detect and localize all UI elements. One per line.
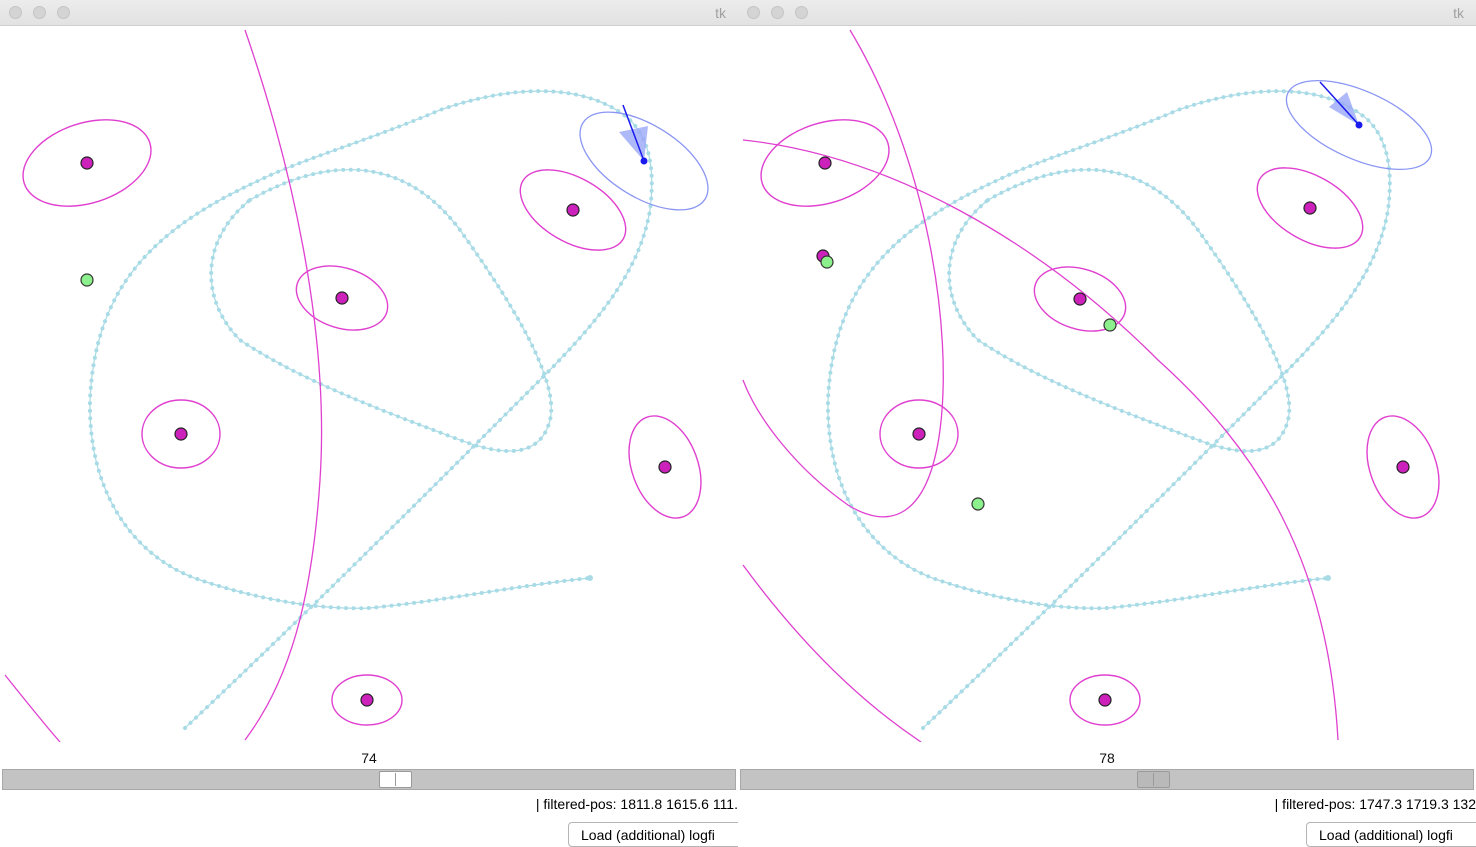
minimize-window-icon[interactable]	[33, 6, 46, 19]
trajectory-inner-line	[210, 169, 552, 452]
landmark-point[interactable]	[566, 203, 580, 217]
frame-number: 74	[361, 750, 377, 766]
robot-heading-line	[1319, 81, 1360, 126]
landmark-point[interactable]	[1396, 460, 1410, 474]
observation-point[interactable]	[1103, 318, 1117, 332]
trajectory-end-point	[587, 575, 593, 581]
frame-slider[interactable]	[2, 769, 736, 790]
landmark-point[interactable]	[1098, 693, 1112, 707]
trajectory-inner-loop	[947, 167, 1292, 454]
measurement-curve	[742, 139, 1339, 741]
trajectory-line	[89, 90, 653, 729]
title-bar: tk	[0, 0, 738, 26]
landmark-point[interactable]	[658, 460, 672, 474]
observation-point[interactable]	[971, 497, 985, 511]
map-canvas[interactable]	[0, 26, 738, 742]
map-canvas[interactable]	[738, 26, 1476, 742]
robot-pose-icon[interactable]	[640, 157, 648, 165]
title-bar: tk	[738, 0, 1476, 26]
window-left: tk 74 | filtered-pos: 1811.8 1615.6 111.…	[0, 0, 738, 847]
slider-thumb[interactable]	[1137, 771, 1170, 788]
landmark-point[interactable]	[335, 291, 349, 305]
landmark-point[interactable]	[80, 156, 94, 170]
frame-slider[interactable]	[740, 769, 1474, 790]
measurement-curve	[742, 564, 922, 742]
load-logfile-button[interactable]: Load (additional) logfi	[568, 822, 738, 847]
measurement-curve	[4, 674, 61, 742]
window-title: tk	[715, 5, 726, 21]
landmark-point[interactable]	[360, 693, 374, 707]
window-right: tk 78 | filtered-pos: 1747.3 1719.3 132 …	[738, 0, 1476, 847]
observation-point[interactable]	[820, 255, 834, 269]
trajectory-path	[89, 90, 653, 729]
measurement-curve	[742, 29, 944, 518]
status-text: | filtered-pos: 1811.8 1615.6 111.	[535, 796, 738, 812]
close-window-icon[interactable]	[9, 6, 22, 19]
landmark-point[interactable]	[1303, 201, 1317, 215]
zoom-window-icon[interactable]	[795, 6, 808, 19]
status-text: | filtered-pos: 1747.3 1719.3 132	[1274, 796, 1476, 812]
trajectory-end-point	[1325, 575, 1331, 581]
landmark-point[interactable]	[174, 427, 188, 441]
frame-number: 78	[1099, 750, 1115, 766]
trajectory-path-dots-overlay	[87, 89, 654, 730]
minimize-window-icon[interactable]	[771, 6, 784, 19]
close-window-icon[interactable]	[747, 6, 760, 19]
landmark-point[interactable]	[818, 156, 832, 170]
robot-pose-icon[interactable]	[1355, 121, 1363, 129]
landmark-point[interactable]	[912, 427, 926, 441]
observation-point[interactable]	[80, 273, 94, 287]
landmark-point[interactable]	[1073, 292, 1087, 306]
slider-thumb[interactable]	[379, 771, 412, 788]
window-title: tk	[1453, 5, 1464, 21]
load-logfile-button[interactable]: Load (additional) logfi	[1306, 822, 1476, 847]
zoom-window-icon[interactable]	[57, 6, 70, 19]
trajectory-inner-line	[948, 169, 1290, 452]
trajectory-inner-loop	[209, 167, 554, 454]
